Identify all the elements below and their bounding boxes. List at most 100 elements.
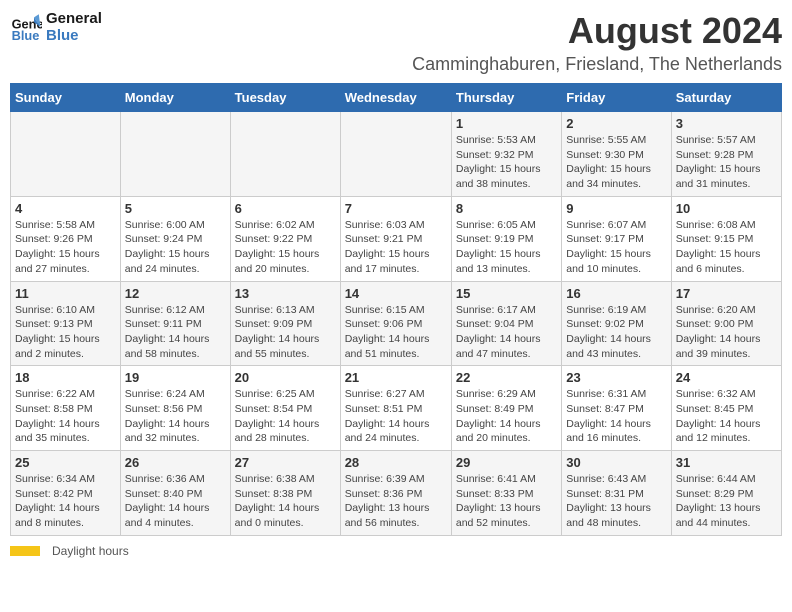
week-row-0: 1 Sunrise: 5:53 AM Sunset: 9:32 PM Daylig… <box>11 112 782 197</box>
calendar-cell <box>11 112 121 197</box>
calendar-cell: 5 Sunrise: 6:00 AM Sunset: 9:24 PM Daylig… <box>120 196 230 281</box>
day-number: 28 <box>345 455 447 470</box>
week-row-3: 18 Sunrise: 6:22 AM Sunset: 8:58 PM Dayli… <box>11 366 782 451</box>
calendar-cell: 11 Sunrise: 6:10 AM Sunset: 9:13 PM Dayli… <box>11 281 121 366</box>
day-info: Sunrise: 6:32 AM Sunset: 8:45 PM Dayligh… <box>676 387 777 446</box>
day-info: Sunrise: 6:38 AM Sunset: 8:38 PM Dayligh… <box>235 472 336 531</box>
calendar-body: 1 Sunrise: 5:53 AM Sunset: 9:32 PM Daylig… <box>11 112 782 536</box>
calendar-cell <box>120 112 230 197</box>
calendar-cell: 15 Sunrise: 6:17 AM Sunset: 9:04 PM Dayli… <box>451 281 561 366</box>
daylight-bar-icon <box>10 546 40 556</box>
calendar-cell <box>340 112 451 197</box>
daylight-label: Daylight hours <box>52 544 129 558</box>
day-info: Sunrise: 5:57 AM Sunset: 9:28 PM Dayligh… <box>676 133 777 192</box>
day-number: 10 <box>676 201 777 216</box>
calendar-cell: 24Sunrise: 6:32 AM Sunset: 8:45 PM Dayli… <box>671 366 781 451</box>
day-number: 31 <box>676 455 777 470</box>
calendar-cell: 12 Sunrise: 6:12 AM Sunset: 9:11 PM Dayli… <box>120 281 230 366</box>
calendar-cell: 19 Sunrise: 6:24 AM Sunset: 8:56 PM Dayli… <box>120 366 230 451</box>
day-number: 13 <box>235 286 336 301</box>
calendar-cell: 23 Sunrise: 6:31 AM Sunset: 8:47 PM Dayli… <box>562 366 671 451</box>
calendar-header: SundayMondayTuesdayWednesdayThursdayFrid… <box>11 84 782 112</box>
day-info: Sunrise: 6:12 AM Sunset: 9:11 PM Dayligh… <box>125 303 226 362</box>
header-sunday: Sunday <box>11 84 121 112</box>
day-info: Sunrise: 6:36 AM Sunset: 8:40 PM Dayligh… <box>125 472 226 531</box>
day-number: 16 <box>566 286 666 301</box>
day-number: 23 <box>566 370 666 385</box>
calendar-cell: 26 Sunrise: 6:36 AM Sunset: 8:40 PM Dayli… <box>120 451 230 536</box>
day-info: Sunrise: 6:17 AM Sunset: 9:04 PM Dayligh… <box>456 303 557 362</box>
subtitle: Camminghaburen, Friesland, The Netherlan… <box>412 54 782 75</box>
day-info: Sunrise: 6:29 AM Sunset: 8:49 PM Dayligh… <box>456 387 557 446</box>
day-number: 22 <box>456 370 557 385</box>
day-number: 29 <box>456 455 557 470</box>
day-info: Sunrise: 5:58 AM Sunset: 9:26 PM Dayligh… <box>15 218 116 277</box>
header-thursday: Thursday <box>451 84 561 112</box>
calendar-cell: 4 Sunrise: 5:58 AM Sunset: 9:26 PM Daylig… <box>11 196 121 281</box>
calendar-cell: 17Sunrise: 6:20 AM Sunset: 9:00 PM Dayli… <box>671 281 781 366</box>
calendar-cell: 9 Sunrise: 6:07 AM Sunset: 9:17 PM Daylig… <box>562 196 671 281</box>
day-number: 18 <box>15 370 116 385</box>
day-info: Sunrise: 6:08 AM Sunset: 9:15 PM Dayligh… <box>676 218 777 277</box>
header-tuesday: Tuesday <box>230 84 340 112</box>
day-info: Sunrise: 6:00 AM Sunset: 9:24 PM Dayligh… <box>125 218 226 277</box>
day-info: Sunrise: 6:19 AM Sunset: 9:02 PM Dayligh… <box>566 303 666 362</box>
day-info: Sunrise: 6:15 AM Sunset: 9:06 PM Dayligh… <box>345 303 447 362</box>
calendar-cell: 7Sunrise: 6:03 AM Sunset: 9:21 PM Daylig… <box>340 196 451 281</box>
day-info: Sunrise: 6:22 AM Sunset: 8:58 PM Dayligh… <box>15 387 116 446</box>
day-number: 3 <box>676 116 777 131</box>
calendar-cell: 20Sunrise: 6:25 AM Sunset: 8:54 PM Dayli… <box>230 366 340 451</box>
day-number: 5 <box>125 201 226 216</box>
day-info: Sunrise: 6:25 AM Sunset: 8:54 PM Dayligh… <box>235 387 336 446</box>
day-number: 15 <box>456 286 557 301</box>
header-monday: Monday <box>120 84 230 112</box>
calendar-cell: 30 Sunrise: 6:43 AM Sunset: 8:31 PM Dayli… <box>562 451 671 536</box>
header-friday: Friday <box>562 84 671 112</box>
calendar-cell: 3 Sunrise: 5:57 AM Sunset: 9:28 PM Daylig… <box>671 112 781 197</box>
day-info: Sunrise: 5:53 AM Sunset: 9:32 PM Dayligh… <box>456 133 557 192</box>
day-number: 14 <box>345 286 447 301</box>
day-info: Sunrise: 6:10 AM Sunset: 9:13 PM Dayligh… <box>15 303 116 362</box>
logo: General Blue General Blue <box>10 10 102 44</box>
day-number: 19 <box>125 370 226 385</box>
day-info: Sunrise: 6:24 AM Sunset: 8:56 PM Dayligh… <box>125 387 226 446</box>
day-info: Sunrise: 5:55 AM Sunset: 9:30 PM Dayligh… <box>566 133 666 192</box>
calendar-cell: 10 Sunrise: 6:08 AM Sunset: 9:15 PM Dayli… <box>671 196 781 281</box>
day-info: Sunrise: 6:31 AM Sunset: 8:47 PM Dayligh… <box>566 387 666 446</box>
calendar-cell: 27 Sunrise: 6:38 AM Sunset: 8:38 PM Dayli… <box>230 451 340 536</box>
header-row: SundayMondayTuesdayWednesdayThursdayFrid… <box>11 84 782 112</box>
day-number: 12 <box>125 286 226 301</box>
day-info: Sunrise: 6:02 AM Sunset: 9:22 PM Dayligh… <box>235 218 336 277</box>
day-info: Sunrise: 6:07 AM Sunset: 9:17 PM Dayligh… <box>566 218 666 277</box>
day-number: 21 <box>345 370 447 385</box>
calendar-cell: 31 Sunrise: 6:44 AM Sunset: 8:29 PM Dayli… <box>671 451 781 536</box>
day-number: 4 <box>15 201 116 216</box>
calendar-cell: 28 Sunrise: 6:39 AM Sunset: 8:36 PM Dayli… <box>340 451 451 536</box>
logo-icon: General Blue <box>10 11 42 43</box>
day-number: 1 <box>456 116 557 131</box>
week-row-4: 25Sunrise: 6:34 AM Sunset: 8:42 PM Dayli… <box>11 451 782 536</box>
title-block: August 2024 Camminghaburen, Friesland, T… <box>412 10 782 75</box>
calendar-cell: 13Sunrise: 6:13 AM Sunset: 9:09 PM Dayli… <box>230 281 340 366</box>
day-number: 2 <box>566 116 666 131</box>
day-number: 17 <box>676 286 777 301</box>
calendar-cell: 16 Sunrise: 6:19 AM Sunset: 9:02 PM Dayli… <box>562 281 671 366</box>
header-wednesday: Wednesday <box>340 84 451 112</box>
day-info: Sunrise: 6:34 AM Sunset: 8:42 PM Dayligh… <box>15 472 116 531</box>
week-row-1: 4 Sunrise: 5:58 AM Sunset: 9:26 PM Daylig… <box>11 196 782 281</box>
day-number: 7 <box>345 201 447 216</box>
calendar-cell: 18 Sunrise: 6:22 AM Sunset: 8:58 PM Dayli… <box>11 366 121 451</box>
calendar-cell: 8Sunrise: 6:05 AM Sunset: 9:19 PM Daylig… <box>451 196 561 281</box>
day-info: Sunrise: 6:44 AM Sunset: 8:29 PM Dayligh… <box>676 472 777 531</box>
calendar-cell: 22 Sunrise: 6:29 AM Sunset: 8:49 PM Dayli… <box>451 366 561 451</box>
day-number: 11 <box>15 286 116 301</box>
day-info: Sunrise: 6:41 AM Sunset: 8:33 PM Dayligh… <box>456 472 557 531</box>
day-number: 27 <box>235 455 336 470</box>
day-info: Sunrise: 6:27 AM Sunset: 8:51 PM Dayligh… <box>345 387 447 446</box>
day-number: 30 <box>566 455 666 470</box>
day-info: Sunrise: 6:39 AM Sunset: 8:36 PM Dayligh… <box>345 472 447 531</box>
main-title: August 2024 <box>412 10 782 52</box>
day-number: 26 <box>125 455 226 470</box>
day-info: Sunrise: 6:43 AM Sunset: 8:31 PM Dayligh… <box>566 472 666 531</box>
day-number: 9 <box>566 201 666 216</box>
